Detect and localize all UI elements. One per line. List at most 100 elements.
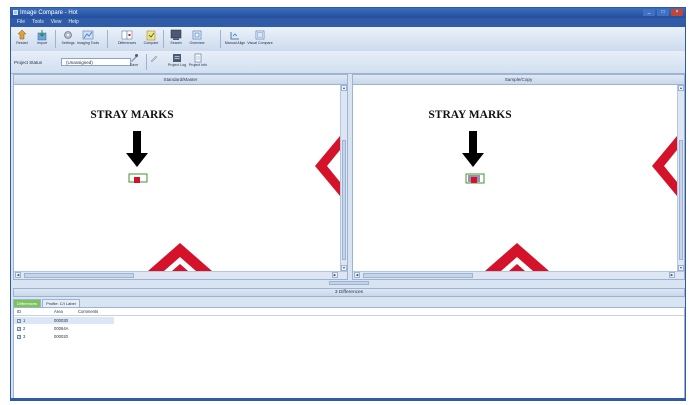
row-area: 000020: [54, 334, 68, 339]
import-icon: [37, 30, 47, 41]
differences-button[interactable]: Differences: [117, 29, 137, 46]
menu-help[interactable]: Help: [69, 18, 79, 27]
toolbar-divider: [55, 30, 56, 48]
differences-table: ID Area Comments ✓ 1 000030 ✓ 2 00064A ✓…: [13, 307, 685, 400]
table-row[interactable]: ✓ 2 00064A: [14, 325, 114, 332]
save-button[interactable]: Save: [123, 53, 145, 68]
window-title: Image Compare - Hot: [20, 10, 78, 16]
tab-differences[interactable]: Differences: [13, 299, 42, 307]
scroll-right-arrow[interactable]: ▶: [669, 272, 675, 278]
imaging-tools-button[interactable]: Imaging Tools: [77, 29, 99, 46]
master-image-panel[interactable]: Standard/Master STRAY MARKS ▲ ▼ ◀ ▶: [13, 74, 348, 280]
copy-panel-header: Sample/Copy: [353, 75, 684, 85]
search-icon: [170, 29, 182, 40]
project-info-icon: [194, 53, 202, 63]
menu-file[interactable]: File: [17, 18, 25, 27]
compare-label: Compare: [143, 41, 159, 45]
search-button[interactable]: Search: [166, 29, 186, 46]
toolbar-divider: [163, 30, 164, 48]
app-icon: [13, 10, 18, 15]
arrow-shaft: [469, 131, 477, 155]
table-row[interactable]: ✓ 1 000030: [14, 317, 114, 324]
differences-tabs: Differences Profile: C/I Label: [13, 299, 81, 307]
scroll-left-arrow[interactable]: ◀: [15, 272, 21, 278]
project-status-label: Project Status: [14, 60, 43, 65]
visual-compare-icon: [255, 30, 265, 40]
master-panel-header: Standard/Master: [14, 75, 347, 85]
edit-button[interactable]: [144, 53, 166, 63]
project-info-button[interactable]: Project Info: [187, 53, 209, 68]
save-label: Save: [129, 63, 139, 67]
stray-marks-caption: STRAY MARKS: [90, 109, 173, 121]
stray-mark: [471, 177, 477, 183]
row-checkbox[interactable]: ✓: [17, 326, 21, 331]
master-horizontal-scrollbar[interactable]: ◀ ▶: [14, 271, 347, 279]
overview-icon: [192, 30, 202, 40]
toolbar-divider: [220, 30, 221, 48]
project-info-label: Project Info: [188, 63, 208, 67]
column-header-area[interactable]: Area: [54, 308, 63, 315]
toolbar-divider: [107, 30, 108, 48]
row-id: 3: [23, 334, 26, 339]
master-image-canvas[interactable]: STRAY MARKS: [14, 85, 340, 271]
restart-label: Restart: [16, 41, 28, 45]
manual-align-button[interactable]: Manual Align: [225, 29, 245, 46]
scroll-up-arrow[interactable]: ▲: [678, 85, 684, 91]
save-icon: [131, 54, 138, 62]
panel-resize-bar: [11, 280, 685, 287]
project-status-field[interactable]: (Unassigned): [61, 58, 131, 66]
close-button[interactable]: ×: [671, 9, 683, 16]
restart-icon: [17, 29, 27, 40]
minimize-button[interactable]: _: [643, 9, 655, 16]
settings-button[interactable]: Settings: [58, 29, 78, 46]
compare-icon: [146, 30, 156, 41]
row-id: 1: [23, 318, 26, 323]
row-checkbox[interactable]: ✓: [17, 318, 21, 323]
scroll-thumb[interactable]: [363, 273, 473, 278]
copy-image-panel[interactable]: Sample/Copy STRAY MARKS ▲ ▼ ◀ ▶: [352, 74, 685, 280]
project-log-label: Project Log: [167, 63, 187, 67]
status-strip: [11, 398, 685, 400]
copy-horizontal-scrollbar[interactable]: ◀ ▶: [353, 271, 684, 279]
compare-button[interactable]: Compare: [141, 29, 161, 46]
app-window: Image Compare - Hot _ □ × File Tools Vie…: [10, 7, 686, 401]
scroll-left-arrow[interactable]: ◀: [354, 272, 360, 278]
menu-bar: File Tools View Help: [11, 18, 685, 27]
menu-tools[interactable]: Tools: [32, 18, 44, 27]
scroll-right-arrow[interactable]: ▶: [332, 272, 338, 278]
column-header-comments[interactable]: Comments: [78, 308, 98, 315]
column-header-id[interactable]: ID: [17, 308, 21, 315]
project-bar: Project Status (Unassigned) Save Project…: [11, 51, 685, 74]
scroll-up-arrow[interactable]: ▲: [341, 85, 347, 91]
menu-view[interactable]: View: [51, 18, 62, 27]
stray-marks-caption: STRAY MARKS: [428, 109, 511, 121]
table-header: ID Area Comments: [14, 308, 684, 316]
row-area: 00064A: [54, 326, 69, 331]
search-label: Search: [170, 41, 182, 45]
tab-profile[interactable]: Profile: C/I Label: [42, 299, 80, 307]
import-button[interactable]: Import: [32, 29, 52, 46]
row-id: 2: [23, 326, 26, 331]
overview-label: Overview: [189, 41, 205, 45]
scroll-thumb[interactable]: [24, 273, 134, 278]
restart-button[interactable]: Restart: [12, 29, 32, 46]
master-vertical-scrollbar[interactable]: ▲ ▼: [340, 85, 347, 271]
project-log-button[interactable]: Project Log: [166, 53, 188, 68]
row-area: 000030: [54, 318, 68, 323]
overview-button[interactable]: Overview: [187, 29, 207, 46]
arrow-head: [126, 153, 148, 167]
row-checkbox[interactable]: ✓: [17, 334, 21, 339]
table-row[interactable]: ✓ 3 000020: [14, 333, 114, 340]
copy-image-canvas[interactable]: STRAY MARKS: [353, 85, 677, 271]
visual-compare-button[interactable]: Visual Compare: [247, 29, 273, 46]
scroll-thumb[interactable]: [342, 140, 346, 260]
import-label: Import: [36, 41, 48, 45]
settings-icon: [64, 31, 72, 39]
stray-mark: [134, 177, 140, 183]
copy-vertical-scrollbar[interactable]: ▲ ▼: [677, 85, 684, 271]
resize-grip[interactable]: [329, 281, 369, 285]
scroll-thumb[interactable]: [679, 140, 683, 260]
toolbar: Restart Import Settings Imaging Tools Di…: [11, 27, 685, 52]
maximize-button[interactable]: □: [657, 9, 669, 16]
differences-icon: [121, 30, 133, 40]
